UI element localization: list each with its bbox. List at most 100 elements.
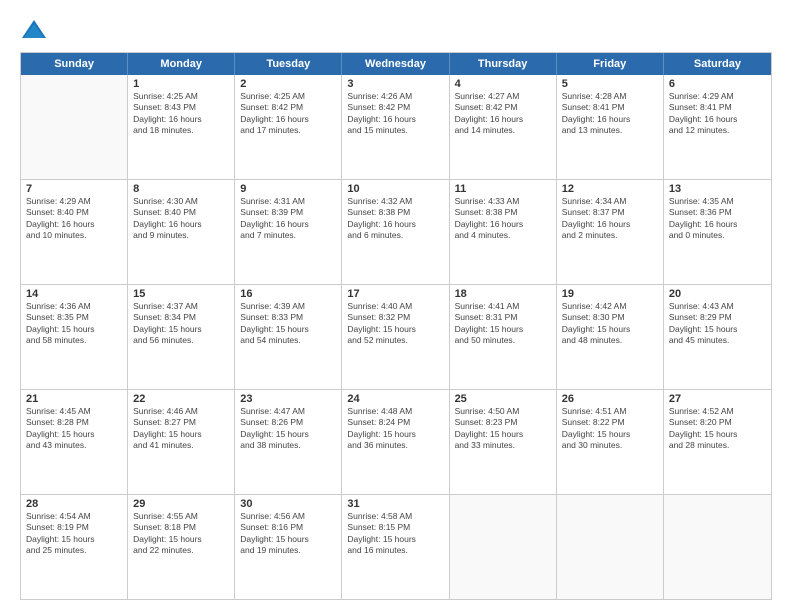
day-info: Sunrise: 4:48 AM Sunset: 8:24 PM Dayligh…: [347, 406, 443, 452]
calendar-day-16: 16Sunrise: 4:39 AM Sunset: 8:33 PM Dayli…: [235, 285, 342, 389]
calendar-day-5: 5Sunrise: 4:28 AM Sunset: 8:41 PM Daylig…: [557, 75, 664, 179]
calendar-row-1: 1Sunrise: 4:25 AM Sunset: 8:43 PM Daylig…: [21, 75, 771, 180]
calendar-day-7: 7Sunrise: 4:29 AM Sunset: 8:40 PM Daylig…: [21, 180, 128, 284]
day-number: 29: [133, 498, 229, 510]
day-info: Sunrise: 4:29 AM Sunset: 8:41 PM Dayligh…: [669, 91, 766, 137]
page: SundayMondayTuesdayWednesdayThursdayFrid…: [0, 0, 792, 612]
day-info: Sunrise: 4:32 AM Sunset: 8:38 PM Dayligh…: [347, 196, 443, 242]
day-number: 16: [240, 288, 336, 300]
day-number: 17: [347, 288, 443, 300]
day-info: Sunrise: 4:47 AM Sunset: 8:26 PM Dayligh…: [240, 406, 336, 452]
day-info: Sunrise: 4:26 AM Sunset: 8:42 PM Dayligh…: [347, 91, 443, 137]
day-info: Sunrise: 4:31 AM Sunset: 8:39 PM Dayligh…: [240, 196, 336, 242]
calendar-day-12: 12Sunrise: 4:34 AM Sunset: 8:37 PM Dayli…: [557, 180, 664, 284]
day-number: 19: [562, 288, 658, 300]
day-number: 25: [455, 393, 551, 405]
calendar: SundayMondayTuesdayWednesdayThursdayFrid…: [20, 52, 772, 600]
calendar-row-5: 28Sunrise: 4:54 AM Sunset: 8:19 PM Dayli…: [21, 495, 771, 599]
calendar-day-1: 1Sunrise: 4:25 AM Sunset: 8:43 PM Daylig…: [128, 75, 235, 179]
day-number: 10: [347, 183, 443, 195]
calendar-day-28: 28Sunrise: 4:54 AM Sunset: 8:19 PM Dayli…: [21, 495, 128, 599]
day-info: Sunrise: 4:43 AM Sunset: 8:29 PM Dayligh…: [669, 301, 766, 347]
calendar-day-17: 17Sunrise: 4:40 AM Sunset: 8:32 PM Dayli…: [342, 285, 449, 389]
day-number: 7: [26, 183, 122, 195]
day-header-tuesday: Tuesday: [235, 53, 342, 75]
day-info: Sunrise: 4:29 AM Sunset: 8:40 PM Dayligh…: [26, 196, 122, 242]
day-number: 14: [26, 288, 122, 300]
day-header-friday: Friday: [557, 53, 664, 75]
day-number: 8: [133, 183, 229, 195]
day-info: Sunrise: 4:40 AM Sunset: 8:32 PM Dayligh…: [347, 301, 443, 347]
calendar-day-14: 14Sunrise: 4:36 AM Sunset: 8:35 PM Dayli…: [21, 285, 128, 389]
day-number: 11: [455, 183, 551, 195]
day-info: Sunrise: 4:35 AM Sunset: 8:36 PM Dayligh…: [669, 196, 766, 242]
day-number: 26: [562, 393, 658, 405]
calendar-empty-cell: [450, 495, 557, 599]
day-info: Sunrise: 4:51 AM Sunset: 8:22 PM Dayligh…: [562, 406, 658, 452]
day-info: Sunrise: 4:33 AM Sunset: 8:38 PM Dayligh…: [455, 196, 551, 242]
day-info: Sunrise: 4:37 AM Sunset: 8:34 PM Dayligh…: [133, 301, 229, 347]
day-number: 3: [347, 78, 443, 90]
day-number: 22: [133, 393, 229, 405]
day-number: 2: [240, 78, 336, 90]
day-number: 23: [240, 393, 336, 405]
day-number: 15: [133, 288, 229, 300]
calendar-day-3: 3Sunrise: 4:26 AM Sunset: 8:42 PM Daylig…: [342, 75, 449, 179]
day-number: 6: [669, 78, 766, 90]
calendar-day-25: 25Sunrise: 4:50 AM Sunset: 8:23 PM Dayli…: [450, 390, 557, 494]
day-info: Sunrise: 4:58 AM Sunset: 8:15 PM Dayligh…: [347, 511, 443, 557]
header: [20, 16, 772, 44]
day-info: Sunrise: 4:42 AM Sunset: 8:30 PM Dayligh…: [562, 301, 658, 347]
day-number: 5: [562, 78, 658, 90]
day-number: 31: [347, 498, 443, 510]
calendar-day-24: 24Sunrise: 4:48 AM Sunset: 8:24 PM Dayli…: [342, 390, 449, 494]
calendar-day-21: 21Sunrise: 4:45 AM Sunset: 8:28 PM Dayli…: [21, 390, 128, 494]
day-number: 18: [455, 288, 551, 300]
day-header-saturday: Saturday: [664, 53, 771, 75]
logo-icon: [20, 16, 48, 44]
calendar-row-4: 21Sunrise: 4:45 AM Sunset: 8:28 PM Dayli…: [21, 390, 771, 495]
day-info: Sunrise: 4:55 AM Sunset: 8:18 PM Dayligh…: [133, 511, 229, 557]
calendar-day-11: 11Sunrise: 4:33 AM Sunset: 8:38 PM Dayli…: [450, 180, 557, 284]
calendar-body: 1Sunrise: 4:25 AM Sunset: 8:43 PM Daylig…: [21, 75, 771, 599]
day-number: 9: [240, 183, 336, 195]
calendar-row-2: 7Sunrise: 4:29 AM Sunset: 8:40 PM Daylig…: [21, 180, 771, 285]
day-number: 24: [347, 393, 443, 405]
day-number: 28: [26, 498, 122, 510]
calendar-day-31: 31Sunrise: 4:58 AM Sunset: 8:15 PM Dayli…: [342, 495, 449, 599]
day-info: Sunrise: 4:34 AM Sunset: 8:37 PM Dayligh…: [562, 196, 658, 242]
day-info: Sunrise: 4:27 AM Sunset: 8:42 PM Dayligh…: [455, 91, 551, 137]
day-info: Sunrise: 4:28 AM Sunset: 8:41 PM Dayligh…: [562, 91, 658, 137]
day-info: Sunrise: 4:54 AM Sunset: 8:19 PM Dayligh…: [26, 511, 122, 557]
calendar-header: SundayMondayTuesdayWednesdayThursdayFrid…: [21, 53, 771, 75]
calendar-day-26: 26Sunrise: 4:51 AM Sunset: 8:22 PM Dayli…: [557, 390, 664, 494]
day-number: 21: [26, 393, 122, 405]
calendar-empty-cell: [664, 495, 771, 599]
calendar-day-20: 20Sunrise: 4:43 AM Sunset: 8:29 PM Dayli…: [664, 285, 771, 389]
calendar-empty-cell: [557, 495, 664, 599]
day-header-thursday: Thursday: [450, 53, 557, 75]
day-info: Sunrise: 4:45 AM Sunset: 8:28 PM Dayligh…: [26, 406, 122, 452]
day-info: Sunrise: 4:56 AM Sunset: 8:16 PM Dayligh…: [240, 511, 336, 557]
day-info: Sunrise: 4:50 AM Sunset: 8:23 PM Dayligh…: [455, 406, 551, 452]
calendar-day-4: 4Sunrise: 4:27 AM Sunset: 8:42 PM Daylig…: [450, 75, 557, 179]
day-header-wednesday: Wednesday: [342, 53, 449, 75]
day-number: 27: [669, 393, 766, 405]
calendar-day-2: 2Sunrise: 4:25 AM Sunset: 8:42 PM Daylig…: [235, 75, 342, 179]
day-info: Sunrise: 4:41 AM Sunset: 8:31 PM Dayligh…: [455, 301, 551, 347]
day-info: Sunrise: 4:52 AM Sunset: 8:20 PM Dayligh…: [669, 406, 766, 452]
calendar-day-6: 6Sunrise: 4:29 AM Sunset: 8:41 PM Daylig…: [664, 75, 771, 179]
calendar-day-13: 13Sunrise: 4:35 AM Sunset: 8:36 PM Dayli…: [664, 180, 771, 284]
day-number: 20: [669, 288, 766, 300]
day-info: Sunrise: 4:39 AM Sunset: 8:33 PM Dayligh…: [240, 301, 336, 347]
day-number: 4: [455, 78, 551, 90]
day-info: Sunrise: 4:46 AM Sunset: 8:27 PM Dayligh…: [133, 406, 229, 452]
day-info: Sunrise: 4:25 AM Sunset: 8:42 PM Dayligh…: [240, 91, 336, 137]
calendar-day-19: 19Sunrise: 4:42 AM Sunset: 8:30 PM Dayli…: [557, 285, 664, 389]
calendar-day-8: 8Sunrise: 4:30 AM Sunset: 8:40 PM Daylig…: [128, 180, 235, 284]
day-header-sunday: Sunday: [21, 53, 128, 75]
day-info: Sunrise: 4:30 AM Sunset: 8:40 PM Dayligh…: [133, 196, 229, 242]
day-header-monday: Monday: [128, 53, 235, 75]
calendar-row-3: 14Sunrise: 4:36 AM Sunset: 8:35 PM Dayli…: [21, 285, 771, 390]
calendar-day-30: 30Sunrise: 4:56 AM Sunset: 8:16 PM Dayli…: [235, 495, 342, 599]
